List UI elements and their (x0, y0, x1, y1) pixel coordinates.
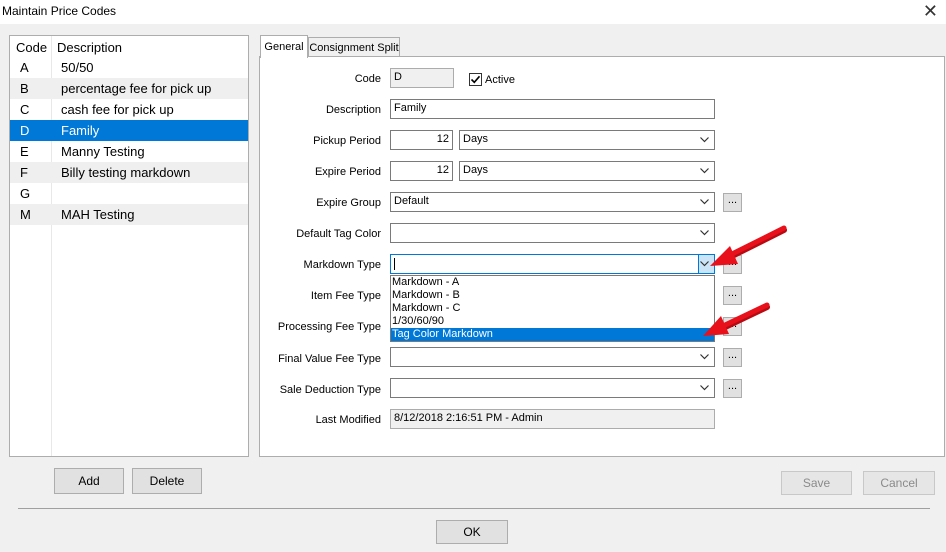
description-label: Description (325, 104, 381, 116)
dropdown-option[interactable]: 1/30/60/90 (391, 315, 714, 328)
expire-period-field[interactable]: 12 (390, 161, 453, 181)
delete-button[interactable]: Delete (132, 468, 202, 494)
row-code: F (20, 165, 28, 180)
processing-fee-type-ellipsis-button[interactable]: ... (723, 317, 742, 336)
tab-consignment-split[interactable]: Consignment Split (308, 37, 400, 58)
item-fee-type-label: Item Fee Type (310, 290, 381, 302)
row-description: Billy testing markdown (61, 165, 191, 180)
chevron-down-icon (700, 354, 709, 360)
expire-period-label: Expire Period (314, 166, 381, 178)
list-row[interactable]: M MAH Testing (10, 204, 248, 225)
save-button[interactable]: Save (781, 471, 852, 495)
item-fee-type-ellipsis-button[interactable]: ... (723, 286, 742, 305)
active-label[interactable]: Active (485, 74, 515, 86)
window-title: Maintain Price Codes (2, 4, 117, 18)
add-button[interactable]: Add (54, 468, 124, 494)
processing-fee-type-label: Processing Fee Type (277, 321, 381, 333)
text-caret (394, 258, 395, 270)
sale-deduction-type-ellipsis-button[interactable]: ... (723, 379, 742, 398)
pickup-period-unit-dropdown[interactable]: Days (459, 130, 715, 150)
pickup-period-unit-value: Days (463, 133, 489, 145)
close-icon[interactable]: ✕ (923, 1, 938, 21)
row-description: percentage fee for pick up (61, 81, 212, 96)
expire-period-unit-value: Days (463, 164, 489, 176)
column-header-code[interactable]: Code (16, 40, 47, 55)
expire-group-ellipsis-button[interactable]: ... (723, 193, 742, 212)
chevron-down-icon (700, 199, 709, 205)
chevron-down-icon (700, 168, 709, 174)
markdown-type-options-list[interactable]: Markdown - A Markdown - B Markdown - C 1… (390, 275, 715, 342)
final-value-fee-type-label: Final Value Fee Type (278, 353, 381, 365)
code-label: Code (354, 73, 381, 85)
dropdown-option[interactable]: Markdown - B (391, 289, 714, 302)
description-field[interactable]: Family (390, 99, 715, 119)
list-row[interactable]: C cash fee for pick up (10, 99, 248, 120)
markdown-type-label: Markdown Type (303, 259, 381, 271)
chevron-down-icon (700, 230, 709, 236)
row-description: Manny Testing (61, 144, 145, 159)
list-row-selected[interactable]: D Family (10, 120, 248, 141)
pickup-period-label: Pickup Period (313, 135, 381, 147)
row-code: D (20, 123, 30, 138)
row-code: G (20, 186, 31, 201)
pickup-period-field[interactable]: 12 (390, 130, 453, 150)
code-field[interactable]: D (390, 68, 454, 88)
tab-general[interactable]: General (260, 35, 308, 58)
expire-group-dropdown[interactable]: Default (390, 192, 715, 212)
default-tag-color-dropdown[interactable] (390, 223, 715, 243)
list-row[interactable]: B percentage fee for pick up (10, 78, 248, 99)
row-code: A (20, 60, 29, 75)
row-code: E (20, 144, 29, 159)
markdown-type-ellipsis-button[interactable]: ... (723, 255, 742, 274)
row-description: MAH Testing (61, 207, 135, 222)
final-value-fee-type-ellipsis-button[interactable]: ... (723, 348, 742, 367)
list-row[interactable]: E Manny Testing (10, 141, 248, 162)
default-tag-color-label: Default Tag Color (296, 228, 381, 240)
expire-period-unit-dropdown[interactable]: Days (459, 161, 715, 181)
row-description: 50/50 (61, 60, 94, 75)
markdown-type-dropdown[interactable] (390, 254, 715, 274)
sale-deduction-type-label: Sale Deduction Type (279, 384, 381, 396)
active-checkbox[interactable] (469, 73, 482, 86)
divider (18, 508, 930, 509)
checkmark-icon (470, 75, 481, 84)
dropdown-option[interactable]: Markdown - A (391, 276, 714, 289)
expire-group-value: Default (394, 195, 429, 207)
row-description: cash fee for pick up (61, 102, 174, 117)
row-code: M (20, 207, 31, 222)
chevron-down-icon (700, 261, 709, 267)
chevron-down-icon (700, 385, 709, 391)
price-code-list[interactable]: Code Description A 50/50 B percentage fe… (9, 35, 249, 457)
sale-deduction-type-dropdown[interactable] (390, 378, 715, 398)
last-modified-label: Last Modified (315, 414, 381, 426)
list-row[interactable]: G (10, 183, 248, 204)
dropdown-option-highlighted[interactable]: Tag Color Markdown (391, 328, 714, 341)
list-header: Code Description (10, 36, 248, 57)
title-bar: Maintain Price Codes ✕ (0, 0, 946, 24)
last-modified-field: 8/12/2018 2:16:51 PM - Admin (390, 409, 715, 429)
dropdown-option[interactable]: Markdown - C (391, 302, 714, 315)
cancel-button[interactable]: Cancel (863, 471, 935, 495)
column-header-description[interactable]: Description (57, 40, 122, 55)
list-row[interactable]: A 50/50 (10, 57, 248, 78)
expire-group-label: Expire Group (316, 197, 381, 209)
ok-button[interactable]: OK (436, 520, 508, 544)
chevron-down-icon (700, 137, 709, 143)
row-description: Family (61, 123, 100, 138)
row-code: C (20, 102, 30, 117)
row-code: B (20, 81, 29, 96)
final-value-fee-type-dropdown[interactable] (390, 347, 715, 367)
list-row[interactable]: F Billy testing markdown (10, 162, 248, 183)
